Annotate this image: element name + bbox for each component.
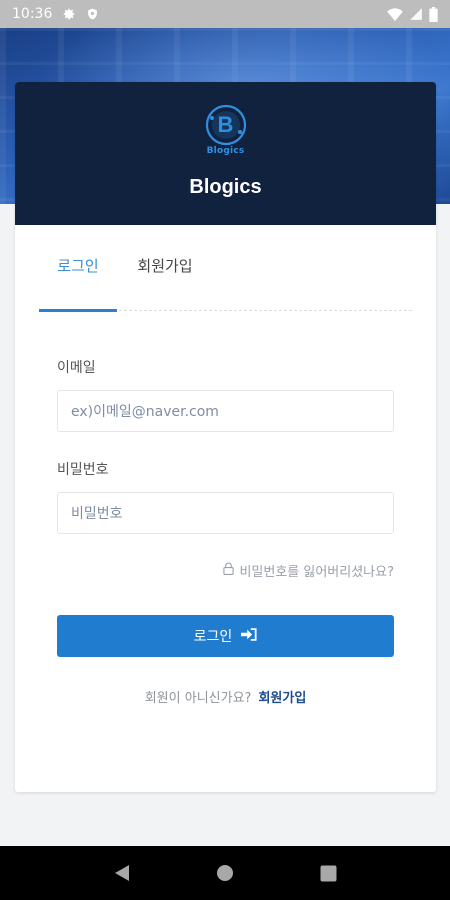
signal-icon xyxy=(409,7,423,21)
status-left: 10:36 xyxy=(12,6,99,22)
logo-letter: B xyxy=(217,112,234,137)
sign-in-icon xyxy=(241,627,257,645)
email-label: 이메일 xyxy=(57,360,96,376)
email-field[interactable]: ex)이메일@naver.com xyxy=(57,390,394,432)
lock-icon xyxy=(223,562,235,579)
brand-title: Blogics xyxy=(189,176,262,198)
password-field[interactable]: 비밀번호 xyxy=(57,492,394,534)
status-time: 10:36 xyxy=(12,6,53,22)
logo-caption: Blogics xyxy=(206,146,245,156)
shield-icon xyxy=(86,7,99,21)
android-nav-bar xyxy=(0,846,450,900)
status-right xyxy=(387,6,438,22)
auth-tabs: 로그인 회원가입 xyxy=(39,224,412,312)
blogics-logo-icon: B xyxy=(205,104,247,146)
recents-icon[interactable] xyxy=(314,859,342,887)
back-icon[interactable] xyxy=(108,859,136,887)
login-button-label: 로그인 xyxy=(193,629,233,645)
status-bar: 10:36 xyxy=(0,0,450,28)
card-header: B Blogics Blogics xyxy=(15,82,436,225)
signup-link[interactable]: 회원가입 xyxy=(258,691,306,706)
login-card: B Blogics Blogics 로그인 회원가입 이메일 ex)이메일@na… xyxy=(15,82,436,792)
signup-row: 회원이 아니신가요? 회원가입 xyxy=(57,687,394,706)
tab-signup[interactable]: 회원가입 xyxy=(117,224,213,310)
forgot-password-link[interactable]: 비밀번호를 잃어버리셨나요? xyxy=(57,561,394,580)
gear-icon xyxy=(62,7,76,21)
tab-login[interactable]: 로그인 xyxy=(39,226,117,312)
password-label: 비밀번호 xyxy=(57,462,109,478)
login-button[interactable]: 로그인 xyxy=(57,615,394,657)
wifi-icon xyxy=(387,7,403,21)
login-form: 이메일 ex)이메일@naver.com 비밀번호 비밀번호 비밀번호를 잃어버… xyxy=(15,311,436,706)
forgot-password-text: 비밀번호를 잃어버리셨나요? xyxy=(239,565,394,580)
home-icon[interactable] xyxy=(211,859,239,887)
signup-prompt: 회원이 아니신가요? xyxy=(144,691,252,706)
battery-icon xyxy=(429,6,438,22)
